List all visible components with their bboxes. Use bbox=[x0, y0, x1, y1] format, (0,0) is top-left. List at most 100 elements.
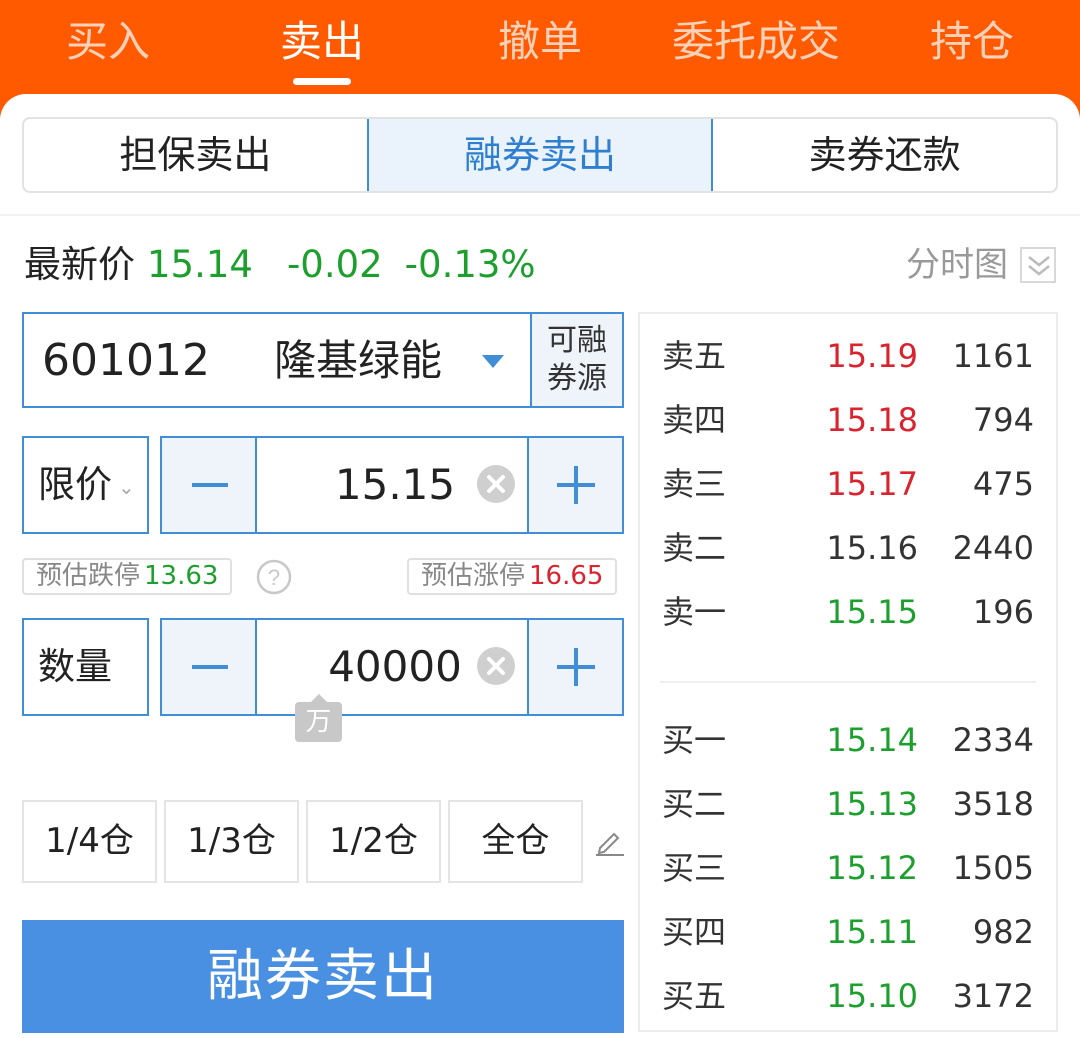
order-book: 卖五 15.19 1161 卖四 15.18 794 卖三 15.17 475 … bbox=[638, 312, 1058, 1032]
ask-volume: 794 bbox=[972, 401, 1034, 439]
segment-collateral-sell[interactable]: 担保卖出 bbox=[24, 119, 367, 191]
ask-label: 卖五 bbox=[662, 337, 727, 375]
bid-label: 买三 bbox=[662, 849, 727, 887]
help-icon[interactable]: ? bbox=[256, 559, 292, 599]
bid-row[interactable]: 买三 15.12 1505 bbox=[640, 838, 1056, 898]
top-tab-bar: 买入 卖出 撤单 委托成交 持仓 bbox=[0, 0, 1080, 96]
latest-price-row: 最新价 15.14 -0.02 -0.13% bbox=[24, 240, 536, 290]
divider bbox=[0, 214, 1080, 216]
stock-code: 601012 bbox=[42, 335, 210, 386]
ask-volume: 2440 bbox=[952, 529, 1034, 567]
quantity-label: 数量 bbox=[38, 645, 112, 688]
limit-down-value: 13.63 bbox=[144, 561, 219, 591]
bid-volume: 3518 bbox=[952, 785, 1034, 823]
segment-sell-repay[interactable]: 卖券还款 bbox=[713, 119, 1056, 191]
latest-price-value: 15.14 bbox=[147, 243, 253, 286]
bid-label: 买五 bbox=[662, 977, 727, 1015]
ask-price: 15.19 bbox=[826, 337, 918, 375]
bid-price: 15.10 bbox=[826, 977, 918, 1015]
bid-row[interactable]: 买二 15.13 3518 bbox=[640, 774, 1056, 834]
bid-price: 15.14 bbox=[826, 721, 918, 759]
position-half-button[interactable]: 1/2仓 bbox=[306, 800, 441, 883]
ask-row[interactable]: 卖四 15.18 794 bbox=[640, 390, 1056, 450]
bid-price: 15.11 bbox=[826, 913, 918, 951]
bid-label: 买四 bbox=[662, 913, 727, 951]
stock-selector[interactable]: 601012 隆基绿能 可融 券源 bbox=[22, 312, 624, 408]
quantity-unit-tooltip: 万 bbox=[295, 694, 342, 742]
ask-row[interactable]: 卖一 15.15 196 bbox=[640, 582, 1056, 642]
intraday-chart-label: 分时图 bbox=[906, 245, 1008, 285]
source-button-line2: 券源 bbox=[547, 361, 607, 396]
ask-label: 卖一 bbox=[662, 593, 727, 631]
limit-down-label: 预估跌停 bbox=[36, 561, 141, 591]
price-type-select[interactable]: 限价 ⌄ bbox=[22, 436, 149, 534]
quantity-decrement-button[interactable] bbox=[162, 620, 257, 714]
tab-cancel[interactable]: 撤单 bbox=[440, 14, 640, 74]
ask-price: 15.17 bbox=[826, 465, 918, 503]
ask-price: 15.18 bbox=[826, 401, 918, 439]
bid-label: 买一 bbox=[662, 721, 727, 759]
caret-down-icon bbox=[482, 354, 504, 373]
ask-label: 卖二 bbox=[662, 529, 727, 567]
bid-label: 买二 bbox=[662, 785, 727, 823]
segment-short-sell[interactable]: 融券卖出 bbox=[366, 119, 714, 191]
position-third-button[interactable]: 1/3仓 bbox=[164, 800, 299, 883]
ask-volume: 196 bbox=[972, 593, 1034, 631]
ask-volume: 1161 bbox=[952, 337, 1034, 375]
bid-row[interactable]: 买四 15.11 982 bbox=[640, 902, 1056, 962]
bid-volume: 1505 bbox=[952, 849, 1034, 887]
estimated-limit-up: 预估涨停 16.65 bbox=[407, 558, 618, 595]
tab-buy[interactable]: 买入 bbox=[8, 14, 208, 74]
clear-icon[interactable] bbox=[476, 464, 516, 508]
book-divider bbox=[660, 681, 1036, 683]
tab-orders[interactable]: 委托成交 bbox=[656, 14, 856, 74]
stock-name: 隆基绿能 bbox=[274, 336, 443, 385]
tab-sell[interactable]: 卖出 bbox=[222, 14, 422, 74]
minus-icon bbox=[192, 665, 228, 669]
price-change-pct: -0.13% bbox=[404, 243, 536, 286]
limit-up-label: 预估涨停 bbox=[421, 561, 526, 591]
sell-type-segment: 担保卖出 融券卖出 卖券还款 bbox=[22, 117, 1058, 193]
ask-price: 15.16 bbox=[826, 529, 918, 567]
short-sell-submit-button[interactable]: 融券卖出 bbox=[22, 920, 624, 1033]
position-quarter-button[interactable]: 1/4仓 bbox=[22, 800, 157, 883]
intraday-chart-toggle[interactable]: 分时图 bbox=[906, 242, 1056, 288]
chevron-down-icon: ⌄ bbox=[118, 474, 135, 499]
ask-volume: 475 bbox=[972, 465, 1034, 503]
edit-pencil-icon[interactable] bbox=[594, 826, 624, 860]
position-full-button[interactable]: 全仓 bbox=[448, 800, 583, 883]
bid-volume: 982 bbox=[972, 913, 1034, 951]
tab-positions[interactable]: 持仓 bbox=[872, 14, 1072, 74]
bid-row[interactable]: 买五 15.10 3172 bbox=[640, 966, 1056, 1026]
price-increment-button[interactable] bbox=[527, 438, 622, 532]
ask-label: 卖三 bbox=[662, 465, 727, 503]
quantity-increment-button[interactable] bbox=[527, 620, 622, 714]
borrowable-source-button[interactable]: 可融 券源 bbox=[530, 314, 622, 406]
bid-price: 15.13 bbox=[826, 785, 918, 823]
bid-volume: 2334 bbox=[952, 721, 1034, 759]
active-tab-indicator bbox=[293, 78, 351, 85]
estimated-limit-down: 预估跌停 13.63 bbox=[22, 558, 233, 595]
bid-price: 15.12 bbox=[826, 849, 918, 887]
ask-price: 15.15 bbox=[826, 593, 918, 631]
price-decrement-button[interactable] bbox=[162, 438, 257, 532]
plus-icon bbox=[557, 466, 595, 504]
latest-price-label: 最新价 bbox=[24, 243, 135, 286]
price-change: -0.02 bbox=[286, 243, 383, 286]
quantity-stepper: 40000 bbox=[160, 618, 624, 716]
svg-text:?: ? bbox=[268, 565, 280, 590]
ask-row[interactable]: 卖三 15.17 475 bbox=[640, 454, 1056, 514]
limit-up-value: 16.65 bbox=[529, 561, 604, 591]
source-button-line1: 可融 bbox=[547, 323, 607, 358]
ask-label: 卖四 bbox=[662, 401, 727, 439]
clear-icon[interactable] bbox=[476, 646, 516, 690]
price-stepper: 15.15 bbox=[160, 436, 624, 534]
ask-row[interactable]: 卖五 15.19 1161 bbox=[640, 326, 1056, 386]
bid-volume: 3172 bbox=[952, 977, 1034, 1015]
chevron-down-double-icon bbox=[1020, 247, 1056, 283]
minus-icon bbox=[192, 483, 228, 487]
ask-row[interactable]: 卖二 15.16 2440 bbox=[640, 518, 1056, 578]
plus-icon bbox=[557, 648, 595, 686]
bid-row[interactable]: 买一 15.14 2334 bbox=[640, 710, 1056, 770]
quantity-label-box: 数量 bbox=[22, 618, 149, 716]
